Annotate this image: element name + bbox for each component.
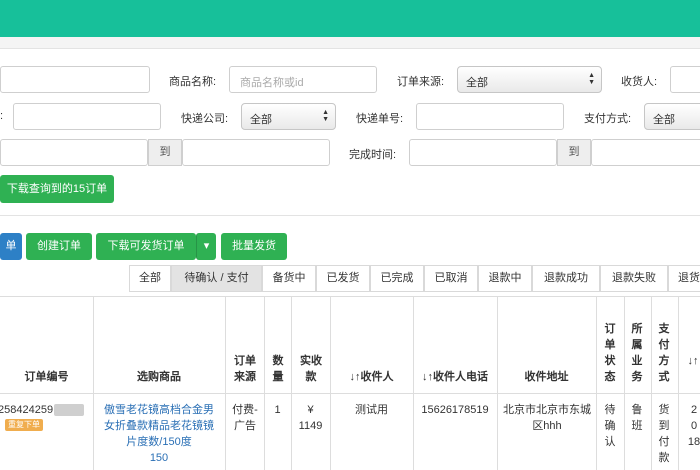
order-source-label: 订单来源: [397,76,445,88]
range-end-input[interactable] [182,139,330,166]
section-divider [0,215,700,216]
tab-refund-failed[interactable]: 退款失败 [600,265,668,292]
caret-down-icon: ▾ [203,240,210,252]
row-staff: 鲁班 [631,404,643,432]
header-paid: 实收款 [300,355,322,383]
top-header-bar [0,0,700,37]
download-query-button[interactable]: 下载查询到的15订单 [0,175,114,203]
row2-lead-input[interactable] [13,103,161,130]
row-status: 待确认 [604,404,616,448]
row-paid-symbol: ¥ [307,404,314,416]
tab-shipped[interactable]: 已发货 [316,265,370,292]
col-divider [596,297,597,470]
range-to-addon: 到 [148,139,182,166]
col-divider [651,297,652,470]
header-status: 订单状态 [604,323,616,383]
complete-time-end-input[interactable] [591,139,700,166]
row-product-sub[interactable]: 150 [100,450,218,466]
order-source-select[interactable]: 全部 ▲ ▼ [457,66,602,93]
batch-ship-button[interactable]: 批量发货 [221,233,287,260]
header-qty: 数量 [272,355,284,383]
tab-return[interactable]: 退货 [668,265,700,292]
col-divider [624,297,625,470]
tab-all[interactable]: 全部 [129,265,171,292]
col-divider [291,297,292,470]
row-last-1: 2 [690,404,698,416]
download-shippable-button[interactable]: 下载可发货订单 [96,233,196,260]
row-address: 北京市北京市东城区hhh [503,404,591,432]
select-arrows-icon: ▲ ▼ [588,72,595,86]
row-last-2: 0 [690,420,698,432]
product-name-placeholder: 商品名称或id [240,77,304,89]
complete-time-label: 完成时间: [349,149,397,161]
courier-company-value: 全部 [250,114,272,126]
receiver-input[interactable] [670,66,700,93]
orders-table: 订单编号 选购商品 订单来源 数量 实收款 ↓↑收件人 ↓↑收件人电话 收件地址… [0,296,700,470]
col-divider [678,297,679,470]
courier-company-select[interactable]: 全部 ▲ ▼ [241,103,336,130]
header-subband [0,37,700,49]
tab-refund-success[interactable]: 退款成功 [532,265,600,292]
header-address: 收件地址 [524,371,569,383]
header-source: 订单来源 [234,355,256,383]
tab-pending-confirm-pay[interactable]: 待确认 / 支付 [171,265,262,292]
tab-cancelled[interactable]: 已取消 [424,265,478,292]
header-staff: 所属业务 [631,323,643,383]
tab-completed[interactable]: 已完成 [370,265,424,292]
row-paid-amount: 1149 [298,420,323,432]
product-name-input[interactable]: 商品名称或id [229,66,377,93]
header-pay-method: 支付方式 [658,323,670,383]
row-order-no: 258424259 [0,404,54,416]
row-receiver: 测试用 [355,404,388,416]
tracking-no-input[interactable] [416,103,564,130]
tracking-no-label: 快递单号: [356,113,404,125]
receiver-label: 收货人: [621,76,658,88]
tab-preparing[interactable]: 备货中 [262,265,316,292]
header-last[interactable]: ↓↑ [686,353,700,369]
repeat-order-badge: 重复下单 [5,419,43,431]
tab-refunding[interactable]: 退款中 [478,265,532,292]
header-order-no[interactable]: 订单编号 [0,369,93,385]
header-product: 选购商品 [137,371,181,383]
header-row-divider [0,393,700,394]
redacted-blur [54,404,84,416]
order-source-value: 全部 [466,77,488,89]
header-phone[interactable]: ↓↑收件人电话 [413,369,497,385]
courier-company-label: 快递公司: [181,113,229,125]
row-qty: 1 [274,404,281,416]
row-last-3: 18 [687,436,700,448]
col-divider [225,297,226,470]
complete-time-to-addon: 到 [557,139,591,166]
filter-input-cut[interactable] [0,66,150,93]
payment-method-value: 全部 [653,114,675,126]
row2-lead-label: : [0,110,4,122]
create-order-button[interactable]: 创建订单 [26,233,92,260]
payment-method-select[interactable]: 全部 [644,103,700,130]
download-dropdown-toggle[interactable]: ▾ [196,233,216,260]
range-start-input[interactable] [0,139,148,166]
row-pay-method: 货到付款 [658,404,670,464]
payment-method-label: 支付方式: [584,113,632,125]
product-name-label: 商品名称: [169,76,217,88]
header-receiver[interactable]: ↓↑收件人 [330,369,413,385]
row-source: 付费-广告 [232,404,258,432]
complete-time-start-input[interactable] [409,139,557,166]
select-arrows-icon: ▲ ▼ [322,109,329,123]
row-phone: 15626178519 [421,404,489,416]
left-cut-button[interactable]: 单 [0,233,22,260]
col-divider [264,297,265,470]
row-product-link[interactable]: 傲雪老花镜高档合金男女折叠款精品老花镜镜片度数/150度 [100,402,218,450]
